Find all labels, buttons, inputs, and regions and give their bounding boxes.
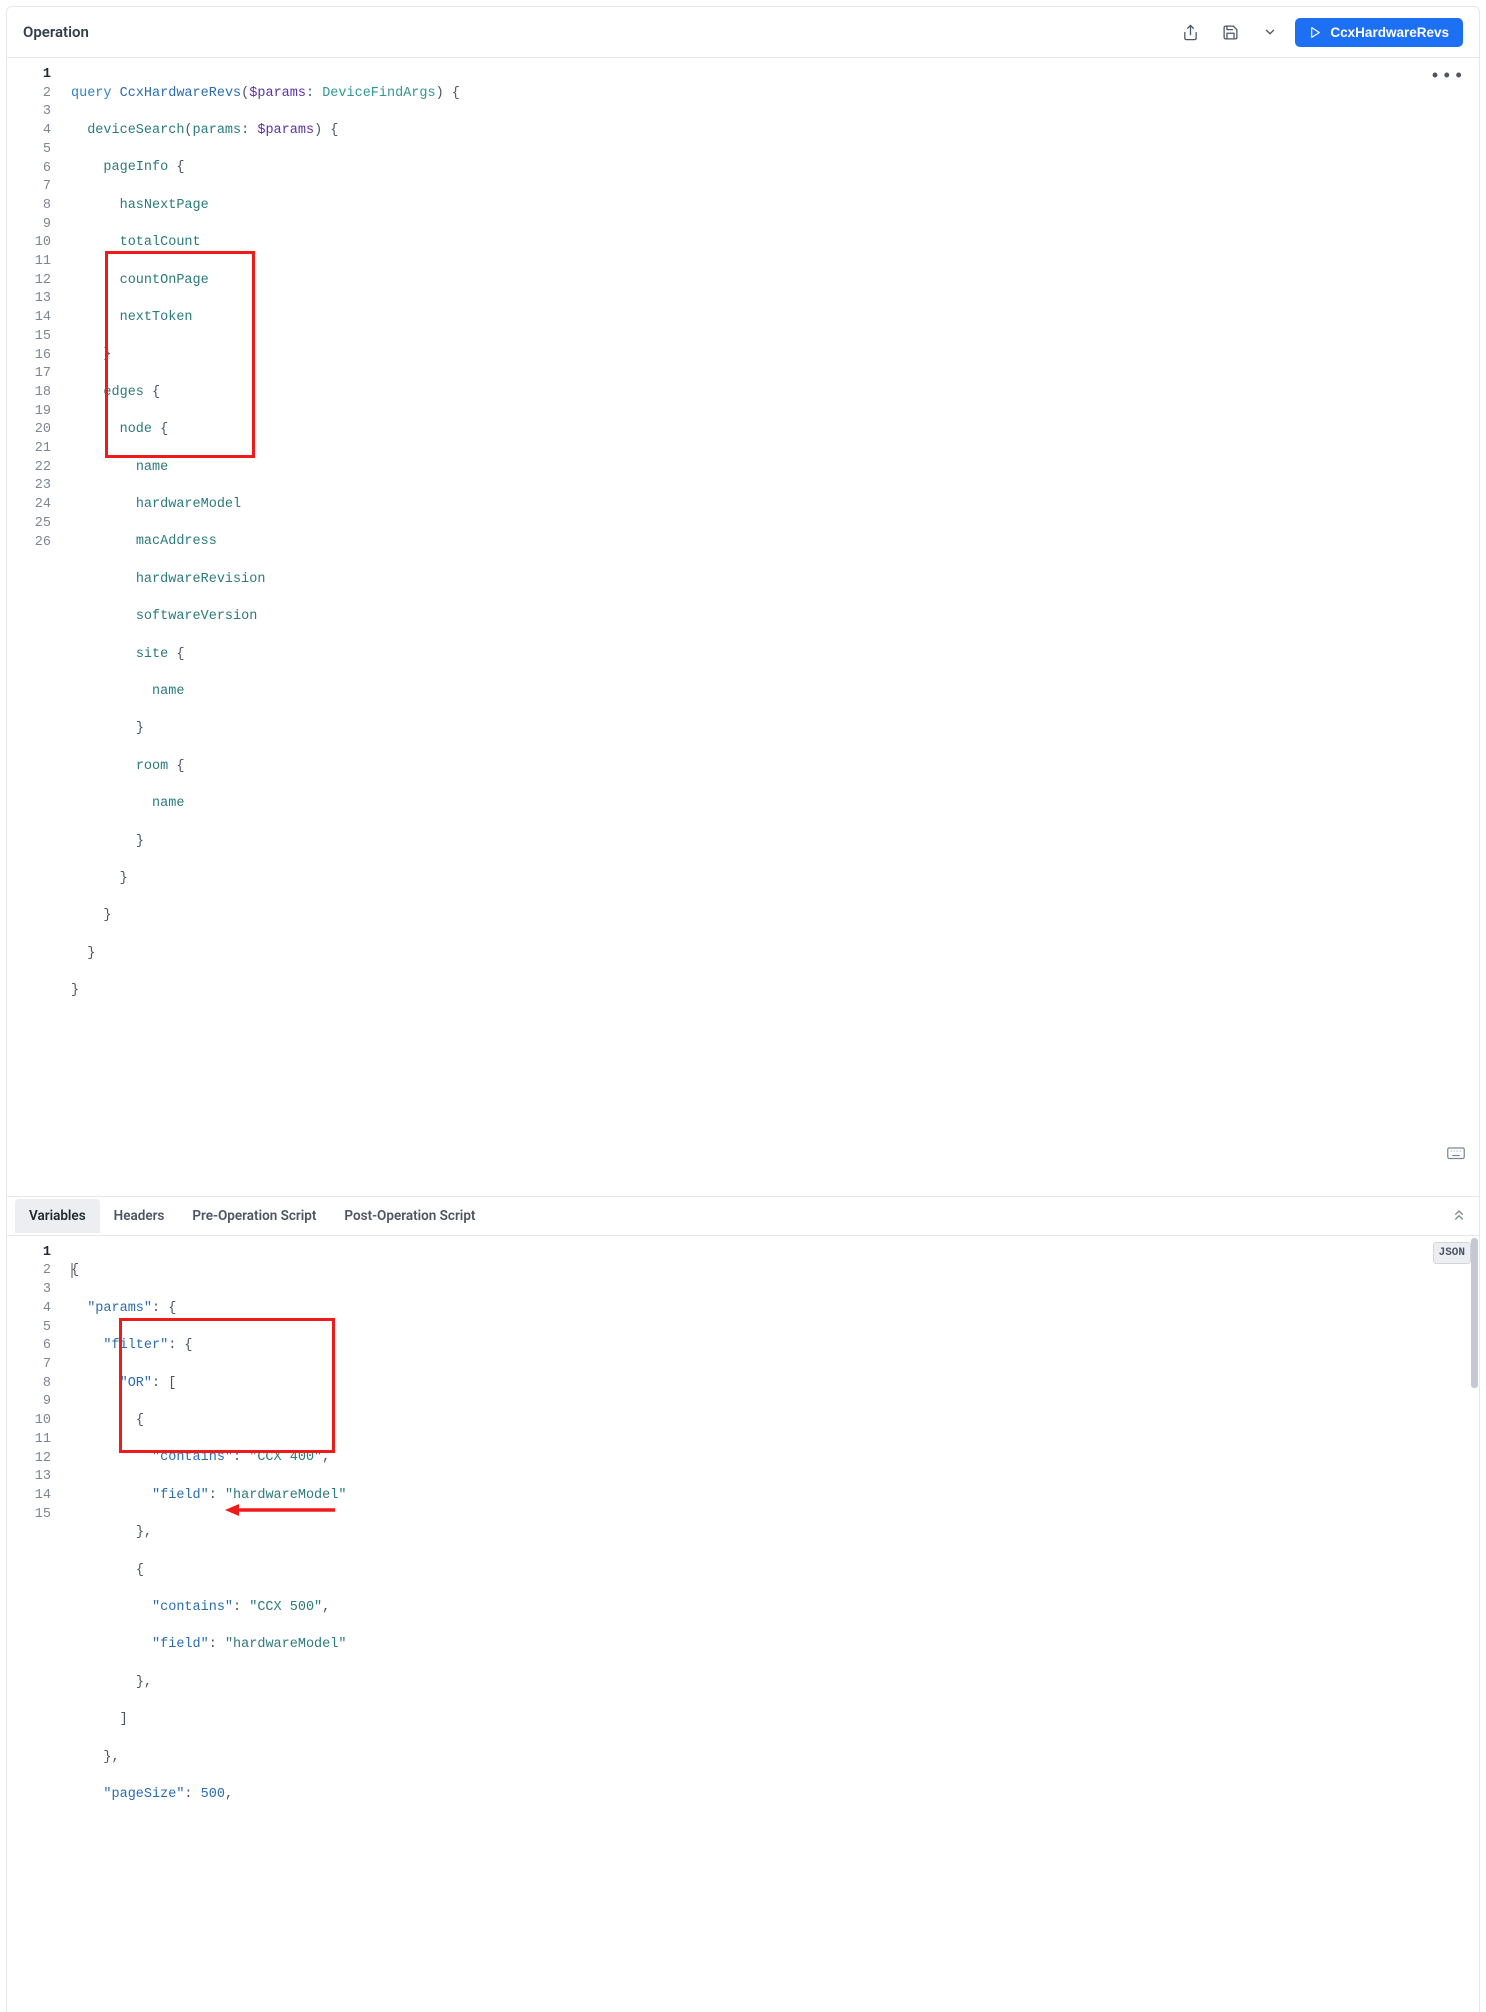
play-icon bbox=[1309, 26, 1322, 39]
panel-title: Operation bbox=[23, 23, 89, 41]
variables-editor[interactable]: 123456789101112131415 { "params": { "fil… bbox=[7, 1236, 1479, 2012]
operation-panel: Operation CcxHardwareRevs 12345678910111… bbox=[6, 6, 1480, 2012]
keyboard-shortcuts-icon[interactable] bbox=[1382, 1129, 1465, 1188]
top-actions: CcxHardwareRevs bbox=[1175, 17, 1463, 47]
share-icon[interactable] bbox=[1175, 17, 1205, 47]
tab-post-operation-script[interactable]: Post-Operation Script bbox=[330, 1199, 489, 1233]
language-badge[interactable]: JSON bbox=[1433, 1242, 1471, 1265]
run-button-label: CcxHardwareRevs bbox=[1330, 25, 1449, 40]
query-editor[interactable]: 1234567891011121314151617181920212223242… bbox=[7, 58, 1479, 1196]
lower-tabs: Variables Headers Pre-Operation Script P… bbox=[7, 1196, 1479, 1236]
variables-code[interactable]: { "params": { "filter": { "OR": [ { "con… bbox=[63, 1236, 1479, 2012]
chevron-down-icon[interactable] bbox=[1255, 17, 1285, 47]
save-icon[interactable] bbox=[1215, 17, 1245, 47]
line-gutter: 123456789101112131415 bbox=[7, 1236, 63, 2012]
line-gutter: 1234567891011121314151617181920212223242… bbox=[7, 58, 63, 1196]
tab-variables[interactable]: Variables bbox=[15, 1199, 100, 1233]
scrollbar[interactable] bbox=[1471, 1238, 1478, 1388]
run-button[interactable]: CcxHardwareRevs bbox=[1295, 18, 1463, 47]
query-code[interactable]: query CcxHardwareRevs($params: DeviceFin… bbox=[63, 58, 1479, 1196]
tab-pre-operation-script[interactable]: Pre-Operation Script bbox=[178, 1199, 330, 1233]
operation-top-bar: Operation CcxHardwareRevs bbox=[7, 7, 1479, 58]
tab-headers[interactable]: Headers bbox=[100, 1199, 179, 1233]
more-menu-icon[interactable]: ••• bbox=[1430, 68, 1465, 87]
collapse-panel-icon[interactable] bbox=[1451, 1207, 1467, 1227]
